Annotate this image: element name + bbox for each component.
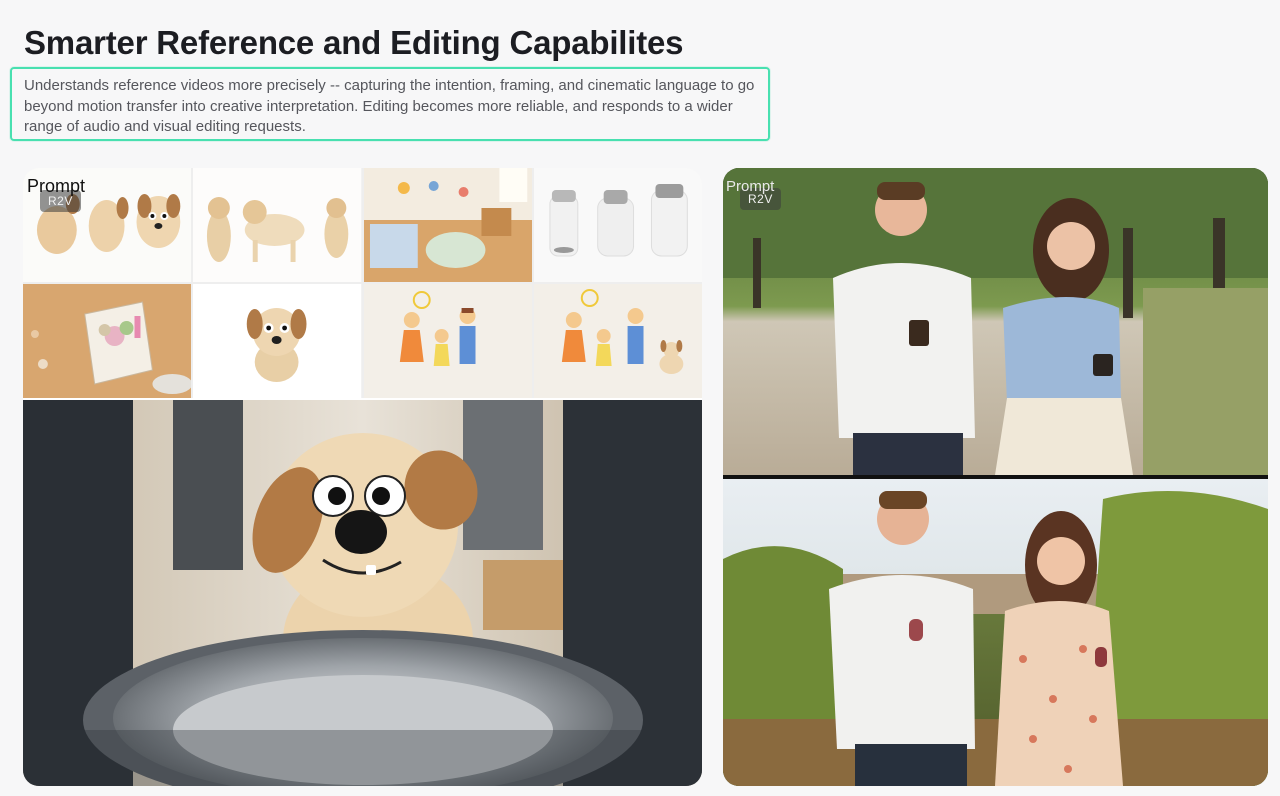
thumbnail-kids-room[interactable] — [363, 168, 532, 282]
prompt-label-right: Prompt — [726, 178, 775, 195]
reference-thumbnail-grid — [23, 168, 702, 398]
generated-scene-couple-park[interactable]: Prompt R2V — [723, 168, 1268, 475]
reference-demo-card-left[interactable]: Prompt R2V — [23, 168, 702, 786]
generated-scene-couple-vineyard[interactable] — [723, 479, 1268, 786]
reference-demo-card-right[interactable]: Prompt R2V — [723, 168, 1268, 786]
section-description: Understands reference videos more precis… — [24, 77, 755, 135]
generated-scene-paper-dog-bowl[interactable] — [23, 400, 702, 786]
page-title: Smarter Reference and Editing Capabilite… — [24, 24, 684, 61]
thumbnail-puppy-poses[interactable] — [193, 168, 362, 282]
thumbnail-family-drawing-with-dog[interactable] — [533, 284, 702, 398]
thumbnail-craft-box[interactable] — [23, 284, 192, 398]
thumbnail-family-drawing[interactable] — [363, 284, 532, 398]
thumbnail-paper-dog[interactable] — [193, 284, 362, 398]
description-highlight-box: Understands reference videos more precis… — [10, 67, 770, 141]
thumbnail-pet-feeders[interactable] — [533, 168, 702, 282]
prompt-label: Prompt — [27, 176, 86, 196]
